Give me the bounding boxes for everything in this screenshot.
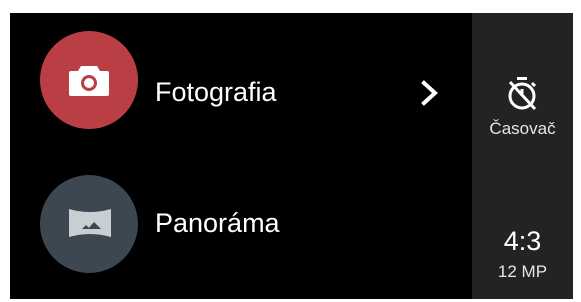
mode-panorama-circle [40,175,138,273]
timer-off-icon [508,77,537,111]
chevron-right-icon[interactable] [418,79,442,107]
camera-icon [69,66,109,96]
mode-photo-circle [40,31,138,129]
mode-list: Fotografia Panoráma [10,13,472,299]
mode-item-panorama[interactable]: Panoráma [10,158,472,278]
aspect-ratio-value: 4:3 [503,226,542,256]
mode-panorama-label: Panoráma [155,208,280,238]
mode-photo-label: Fotografia [155,77,277,107]
resolution-label: 12 MP [497,262,548,281]
camera-mode-menu: Fotografia Panoráma Časovač 4:3 12 MP [10,13,573,299]
timer-label: Časovač [489,119,556,138]
panorama-icon [69,209,111,237]
timer-button[interactable]: Časovač [472,68,573,148]
mode-item-photo[interactable]: Fotografia [10,21,472,141]
side-panel: Časovač 4:3 12 MP [472,13,573,299]
aspect-ratio-button[interactable]: 4:3 12 MP [472,218,573,288]
